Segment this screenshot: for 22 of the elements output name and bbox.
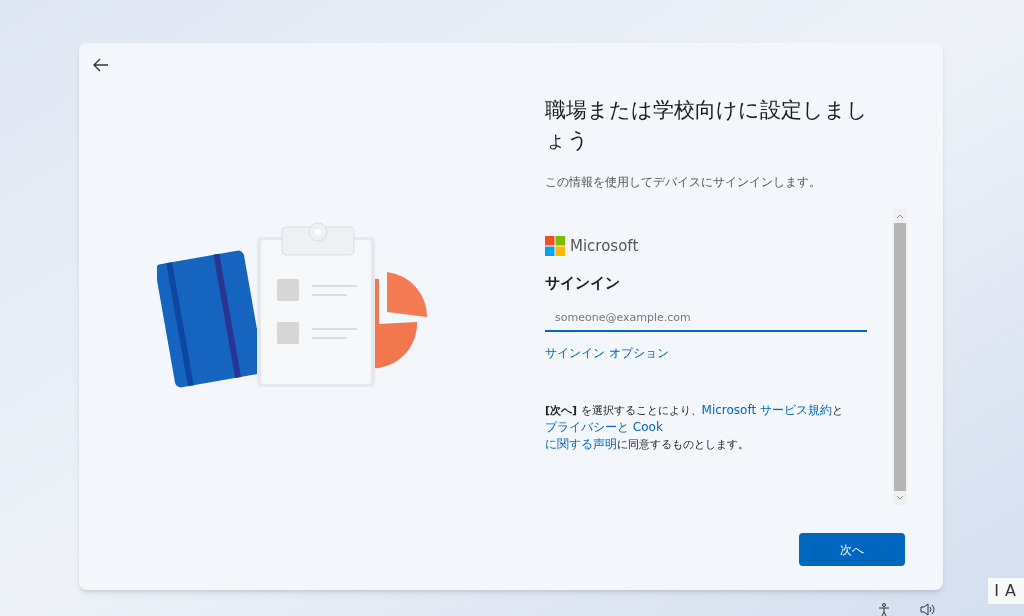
microsoft-logo-icon [545,236,565,257]
signin-heading: サインイン [545,272,621,294]
signin-options-link[interactable]: サインイン オプション [545,344,893,362]
scrollbar-thumb[interactable] [894,223,906,491]
ime-indicator[interactable]: A [1005,579,1016,603]
terms-link[interactable]: に関する声明 [545,436,617,452]
email-input[interactable]: someone@example.com [545,304,867,332]
scroll-up-icon [896,212,904,220]
speaker-icon[interactable] [920,603,936,616]
terms-text: に関する声明に同意するものとします。 [545,436,750,453]
next-button[interactable]: 次へ [799,533,905,566]
page-subtitle: この情報を使用してデバイスにサインインします。 [545,174,822,191]
accessibility-icon[interactable] [878,603,890,616]
ime-indicator[interactable]: I [994,579,1000,603]
terms-link[interactable]: Microsoft サービス規約 [701,402,832,418]
brand-name: Microsoft [570,236,639,257]
scrollbar[interactable] [893,209,907,505]
scroll-down-icon [896,494,904,502]
terms-text: [次へ] を選択することにより、Microsoft サービス規約 と プライバシーと Cook [545,402,844,436]
page-title: 職場または学校向けに設定しましょう [545,97,869,154]
terms-link[interactable]: プライバシーと Cook [545,419,663,435]
back-arrow-icon [93,58,109,72]
